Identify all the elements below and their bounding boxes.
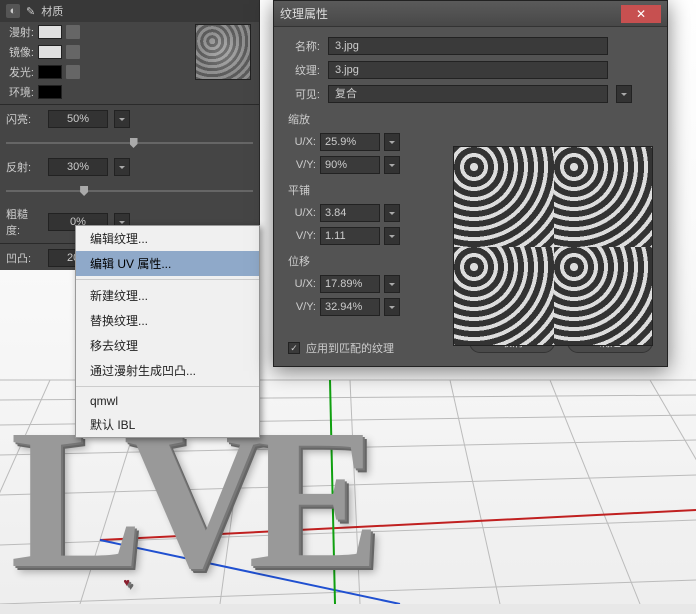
folder-icon[interactable]	[66, 45, 80, 59]
folder-icon[interactable]	[66, 65, 80, 79]
vy-label: V/Y:	[288, 301, 316, 313]
name-label: 名称:	[288, 38, 320, 54]
shine-slider[interactable]	[6, 134, 253, 152]
reflect-slider[interactable]	[6, 182, 253, 200]
rough-label: 粗糙度:	[6, 206, 42, 238]
vy-label: V/Y:	[288, 230, 316, 242]
tile-ux-input[interactable]: 3.84	[320, 204, 380, 222]
dropdown-icon[interactable]	[384, 156, 400, 174]
diffuse-label: 漫射:	[6, 24, 34, 40]
tile-vy-input[interactable]: 1.11	[320, 227, 380, 245]
dialog-titlebar[interactable]: 纹理属性 ✕	[274, 1, 667, 27]
bump-label: 凹凸:	[6, 250, 42, 266]
menu-replace-texture[interactable]: 替换纹理...	[76, 308, 259, 333]
dropdown-icon[interactable]	[384, 227, 400, 245]
dropdown-icon[interactable]	[114, 158, 130, 176]
texture-label: 纹理:	[288, 62, 320, 78]
reflect-label: 反射:	[6, 159, 42, 175]
shine-label: 闪亮:	[6, 111, 42, 127]
reflect-value[interactable]: 30%	[48, 158, 108, 176]
ambient-swatch[interactable]	[38, 85, 62, 99]
dropdown-icon[interactable]	[114, 110, 130, 128]
material-icon: ◐	[6, 4, 20, 18]
menu-edit-uv[interactable]: 编辑 UV 属性...	[76, 251, 259, 276]
dropdown-icon[interactable]	[616, 85, 632, 103]
dropdown-icon[interactable]	[384, 204, 400, 222]
name-input[interactable]: 3.jpg	[328, 37, 608, 55]
visible-select[interactable]: 复合	[328, 85, 608, 103]
ux-label: U/X:	[288, 278, 316, 290]
close-button[interactable]: ✕	[621, 5, 661, 23]
offset-ux-input[interactable]: 17.89%	[320, 275, 380, 293]
texture-properties-dialog: 纹理属性 ✕ 名称: 3.jpg 纹理: 3.jpg 可见: 复合 缩放 U/X: 25…	[273, 0, 668, 367]
menu-gen-bump[interactable]: 通过漫射生成凹凸...	[76, 358, 259, 383]
ux-label: U/X:	[288, 207, 316, 219]
folder-icon[interactable]	[66, 25, 80, 39]
scale-vy-input[interactable]: 90%	[320, 156, 380, 174]
visible-label: 可见:	[288, 86, 320, 102]
specular-swatch[interactable]	[38, 45, 62, 59]
menu-edit-texture[interactable]: 编辑纹理...	[76, 226, 259, 251]
menu-new-texture[interactable]: 新建纹理...	[76, 283, 259, 308]
glow-label: 发光:	[6, 64, 34, 80]
offset-vy-input[interactable]: 32.94%	[320, 298, 380, 316]
scale-ux-input[interactable]: 25.9%	[320, 133, 380, 151]
scale-section-title: 缩放	[288, 111, 653, 127]
ux-label: U/X:	[288, 136, 316, 148]
diffuse-swatch[interactable]	[38, 25, 62, 39]
apply-matching-checkbox[interactable]	[288, 342, 300, 354]
texture-thumbnail[interactable]	[195, 24, 251, 80]
dropdown-icon[interactable]	[384, 298, 400, 316]
apply-matching-label: 应用到匹配的纹理	[306, 340, 394, 356]
menu-remove-texture[interactable]: 移去纹理	[76, 333, 259, 358]
dropdown-icon[interactable]	[384, 133, 400, 151]
menu-default-ibl[interactable]: 默认 IBL	[76, 412, 259, 437]
shine-value[interactable]: 50%	[48, 110, 108, 128]
specular-label: 镜像:	[6, 44, 34, 60]
brush-icon: ✎	[26, 5, 35, 18]
menu-qmwl[interactable]: qmwl	[76, 390, 259, 412]
texture-input: 3.jpg	[328, 61, 608, 79]
texture-context-menu: 编辑纹理... 编辑 UV 属性... 新建纹理... 替换纹理... 移去纹理…	[75, 225, 260, 438]
ambient-label: 环境:	[6, 84, 34, 100]
dropdown-icon[interactable]	[384, 275, 400, 293]
glow-swatch[interactable]	[38, 65, 62, 79]
texture-preview	[453, 146, 653, 346]
panel-title: 材质	[41, 3, 63, 19]
vy-label: V/Y:	[288, 159, 316, 171]
panel-titlebar: ◐ ✎ 材质	[0, 0, 259, 22]
dialog-title: 纹理属性	[280, 5, 621, 22]
